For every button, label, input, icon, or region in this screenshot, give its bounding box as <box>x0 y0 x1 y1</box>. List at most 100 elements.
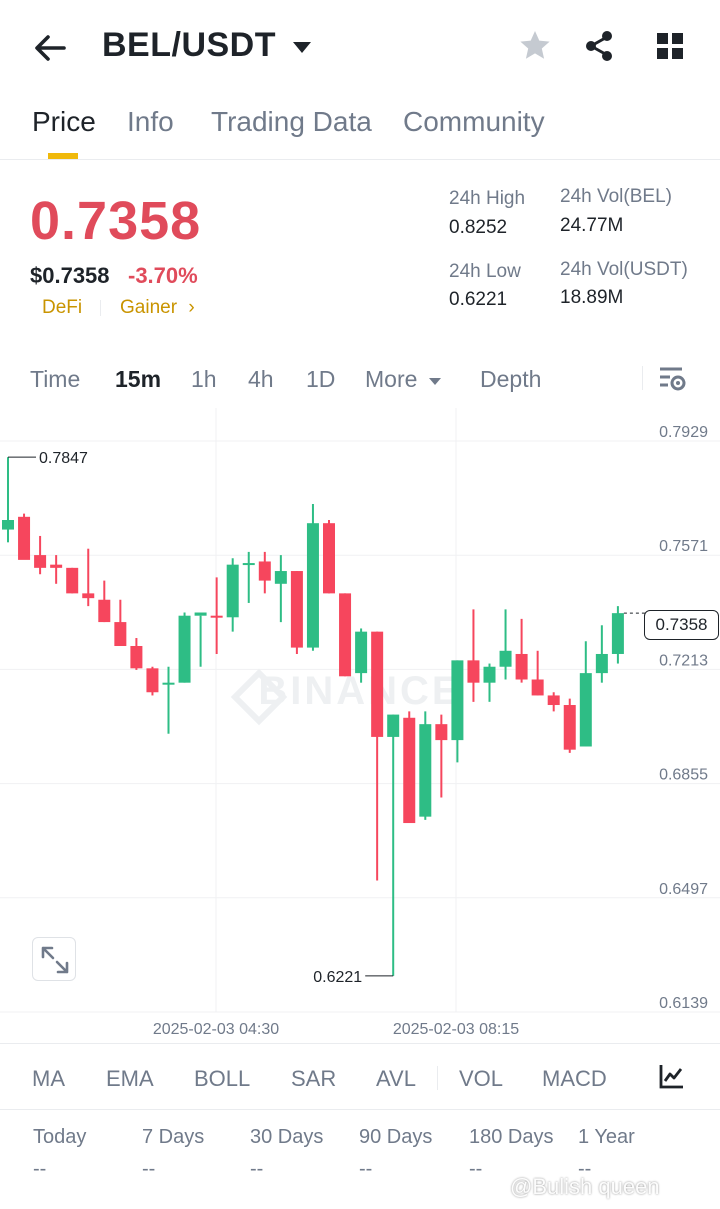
tag-divider <box>100 300 101 316</box>
interval-1d[interactable]: 1D <box>306 366 335 393</box>
interval-15m[interactable]: 15m <box>115 366 161 393</box>
candle <box>515 618 528 683</box>
chart-line-icon <box>659 1065 683 1089</box>
candle-body <box>371 631 384 737</box>
y-tick-label: 0.7571 <box>659 538 708 555</box>
expand-icon <box>41 946 69 974</box>
last-price-tag: 0.7358 <box>644 610 719 640</box>
grid-menu-button[interactable] <box>652 28 688 64</box>
candle <box>82 548 95 607</box>
chevron-right-icon: › <box>188 297 195 318</box>
indicator-divider <box>437 1066 438 1090</box>
candle <box>34 535 47 575</box>
tab-trading-data[interactable]: Trading Data <box>211 106 372 138</box>
candle-body <box>210 615 223 618</box>
candle-body <box>355 631 368 674</box>
top-bar: BEL/USDT <box>0 0 720 96</box>
caret-down-icon <box>293 42 311 53</box>
indicator-sar[interactable]: SAR <box>291 1066 336 1092</box>
volume-quote-value: 18.89M <box>560 287 624 308</box>
pair-selector-button[interactable] <box>290 38 314 58</box>
perf-label-90d: 90 Days <box>359 1126 433 1148</box>
x-tick-label: 2025-02-03 04:30 <box>153 1021 279 1038</box>
fullscreen-button[interactable] <box>32 937 76 981</box>
tab-price[interactable]: Price <box>32 106 96 138</box>
extreme-markers: 0.7847 0.6221 <box>8 450 394 986</box>
arrow-left-icon <box>35 35 66 61</box>
candle <box>210 577 223 654</box>
interval-time[interactable]: Time <box>30 366 80 393</box>
candle-body <box>50 564 63 568</box>
candle <box>114 599 127 647</box>
tag-defi[interactable]: DeFi <box>42 297 82 319</box>
back-button[interactable] <box>30 28 70 68</box>
candle-body <box>595 653 608 674</box>
perf-label-7d: 7 Days <box>142 1126 205 1148</box>
candle <box>531 650 544 696</box>
candle-body <box>162 682 175 685</box>
candle-body <box>419 724 432 817</box>
tag-gainer[interactable]: Gainer › <box>120 297 195 319</box>
candle <box>194 612 207 667</box>
perf-value-7d: -- <box>142 1158 156 1180</box>
exchange-watermark: BINANCE <box>258 669 461 713</box>
candle <box>387 714 400 976</box>
candle-body <box>146 668 159 693</box>
candle <box>2 457 14 543</box>
candle-body <box>18 516 31 560</box>
candle-body <box>531 679 544 696</box>
candle <box>66 567 79 594</box>
pair-title[interactable]: BEL/USDT <box>102 26 276 65</box>
candle <box>611 606 624 664</box>
candle <box>547 692 560 712</box>
y-tick-label: 0.7213 <box>659 652 708 669</box>
interval-divider <box>642 366 643 390</box>
min-price-label: 0.6221 <box>313 969 362 986</box>
candle-body <box>258 561 271 581</box>
chart-settings-button[interactable] <box>656 364 688 394</box>
indicator-macd[interactable]: MACD <box>542 1066 607 1092</box>
candle-body <box>98 599 111 623</box>
perf-label-180d: 180 Days <box>469 1126 554 1148</box>
favorite-button[interactable] <box>517 28 553 64</box>
y-tick-label: 0.6497 <box>659 881 708 898</box>
interval-4h[interactable]: 4h <box>248 366 274 393</box>
interval-depth[interactable]: Depth <box>480 366 541 393</box>
interval-more[interactable]: More <box>365 366 442 393</box>
candle <box>130 638 143 670</box>
indicator-vol[interactable]: VOL <box>459 1066 503 1092</box>
candle-body <box>66 567 79 594</box>
candle-body <box>467 660 480 683</box>
indicator-boll[interactable]: BOLL <box>194 1066 250 1092</box>
candle <box>483 663 496 702</box>
y-axis: 0.7929 0.7571 0.7213 0.6855 0.6497 0.6139 <box>659 424 708 1012</box>
candle <box>435 714 448 798</box>
candle <box>451 660 464 763</box>
interval-1h[interactable]: 1h <box>191 366 217 393</box>
tab-community[interactable]: Community <box>403 106 545 138</box>
indicator-ma[interactable]: MA <box>32 1066 65 1092</box>
candlestick-chart[interactable]: BINANCE 0.79290.75710.72130.68550.64970.… <box>0 408 720 1044</box>
tab-info[interactable]: Info <box>127 106 174 138</box>
share-button[interactable] <box>581 28 617 64</box>
last-price: 0.7358 <box>30 191 202 251</box>
candle-body <box>499 650 512 667</box>
candle <box>403 711 416 824</box>
x-axis: 2025-02-03 04:30 2025-02-03 08:15 <box>153 1021 519 1038</box>
indicator-ema[interactable]: EMA <box>106 1066 154 1092</box>
kline-chart[interactable]: BINANCE 0.7929 0.7571 0.7213 0.6855 0.6497 0.… <box>0 408 720 1044</box>
candle-body <box>611 613 624 654</box>
max-price-label: 0.7847 <box>39 450 88 467</box>
candle <box>146 666 159 696</box>
perf-value-30d: -- <box>250 1158 264 1180</box>
caret-down-icon <box>428 378 441 385</box>
indicator-settings-button[interactable] <box>658 1062 686 1090</box>
candle-body <box>515 653 528 680</box>
candle-body <box>274 571 287 584</box>
indicator-avl[interactable]: AVL <box>376 1066 416 1092</box>
candle-body <box>226 564 239 618</box>
candle <box>579 641 592 747</box>
user-watermark: @Bulish queen <box>510 1174 660 1199</box>
candle-body <box>483 666 496 683</box>
section-tabs: Price Info Trading Data Community <box>0 96 720 160</box>
